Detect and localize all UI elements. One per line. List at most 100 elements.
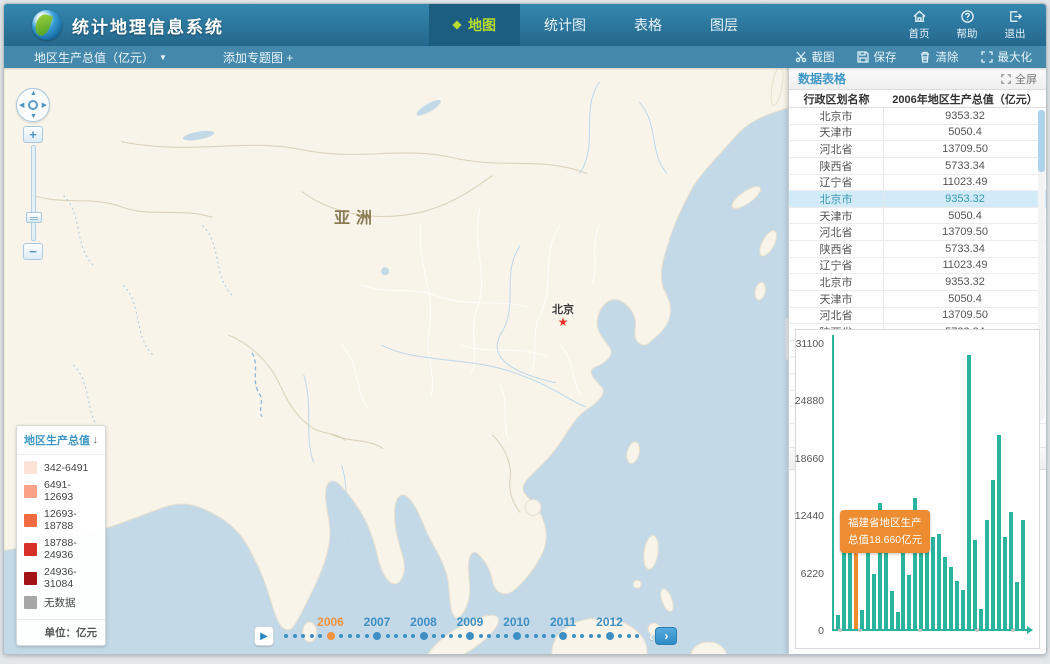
- chart-bar[interactable]: [919, 551, 923, 629]
- timeline-dot[interactable]: [365, 634, 369, 638]
- timeline-dot[interactable]: [479, 634, 483, 638]
- timeline-dot[interactable]: [339, 634, 343, 638]
- table-row[interactable]: 天津市5050.4: [789, 125, 1046, 142]
- timeline-year-label[interactable]: 2007: [364, 615, 391, 629]
- add-thematic-button[interactable]: 添加专题图 +: [223, 49, 293, 66]
- pan-center-icon[interactable]: [28, 100, 38, 110]
- chart-bar[interactable]: [896, 612, 900, 629]
- chart-bar[interactable]: [991, 480, 995, 629]
- map-canvas[interactable]: 亚洲 北京 ★ ▲ ▼ ◀ ▶ + − 地区生产总值 ↓ 342-649164: [4, 46, 788, 654]
- timeline-year-label[interactable]: 2012: [596, 615, 623, 629]
- timeline-dot[interactable]: [542, 634, 546, 638]
- timeline-year-dot[interactable]: 2006: [327, 632, 335, 640]
- timeline-dot[interactable]: [356, 634, 360, 638]
- beijing-marker[interactable]: 北京 ★: [552, 301, 574, 327]
- chart-bar[interactable]: [1003, 537, 1007, 629]
- timeline-dot[interactable]: [487, 634, 491, 638]
- chart-bar[interactable]: [937, 534, 941, 629]
- chart-bar[interactable]: [901, 553, 905, 629]
- timeline-dot[interactable]: [284, 634, 288, 638]
- timeline-year-dot[interactable]: 2008: [420, 632, 428, 640]
- table-scrollbar-thumb[interactable]: [1038, 110, 1045, 172]
- pan-down-icon[interactable]: ▼: [30, 113, 37, 120]
- timeline-dot[interactable]: [348, 634, 352, 638]
- maximize-button[interactable]: 最大化: [981, 49, 1033, 65]
- chart-bar[interactable]: [872, 574, 876, 629]
- pan-control[interactable]: ▲ ▼ ◀ ▶: [16, 88, 50, 122]
- zoom-slider[interactable]: [31, 145, 36, 241]
- table-row[interactable]: 河北省13709.50: [789, 224, 1046, 241]
- legend-collapse-button[interactable]: ↓: [93, 434, 99, 446]
- chart-bar[interactable]: [1015, 582, 1019, 629]
- timeline-year-label[interactable]: 2008: [410, 615, 437, 629]
- chart-bar[interactable]: [979, 609, 983, 629]
- chart-bar[interactable]: [866, 552, 870, 629]
- timeline-dot[interactable]: [551, 634, 555, 638]
- timeline-dot[interactable]: [301, 634, 305, 638]
- timeline-year-dot[interactable]: 2009: [466, 632, 474, 640]
- timeline-year-dot[interactable]: 2007: [373, 632, 381, 640]
- chart-bar[interactable]: [907, 575, 911, 629]
- chart-bar[interactable]: [967, 355, 971, 629]
- timeline-dot[interactable]: [504, 634, 508, 638]
- chart-bar[interactable]: [955, 581, 959, 629]
- timeline-dot[interactable]: [458, 634, 462, 638]
- timeline-dot[interactable]: [310, 634, 314, 638]
- zoom-out-button[interactable]: −: [23, 243, 43, 260]
- timeline-dot[interactable]: [627, 634, 631, 638]
- timeline-dot[interactable]: [635, 634, 639, 638]
- save-button[interactable]: 保存: [857, 49, 897, 65]
- chart-bar[interactable]: [997, 435, 1001, 629]
- timeline-dot[interactable]: [496, 634, 500, 638]
- timeline-dot[interactable]: [589, 634, 593, 638]
- timeline-dot[interactable]: [441, 634, 445, 638]
- timeline-dot[interactable]: [386, 634, 390, 638]
- table-row[interactable]: 天津市5050.4: [789, 291, 1046, 308]
- timeline-year-label[interactable]: 2006: [317, 615, 344, 629]
- table-row[interactable]: 河北省13709.50: [789, 308, 1046, 325]
- pan-up-icon[interactable]: ▲: [30, 90, 37, 97]
- chart-bar[interactable]: [860, 610, 864, 629]
- home-button[interactable]: 首页: [902, 9, 936, 41]
- chart-bar[interactable]: [949, 567, 953, 629]
- chart-bar[interactable]: [890, 591, 894, 629]
- timeline-dot[interactable]: [403, 634, 407, 638]
- table-row[interactable]: 陕西省5733.34: [789, 158, 1046, 175]
- table-row[interactable]: 辽宁省11023.49: [789, 175, 1046, 192]
- help-button[interactable]: 帮助: [950, 9, 984, 41]
- clear-button[interactable]: 清除: [919, 49, 959, 65]
- table-fullscreen-button[interactable]: 全屏: [1001, 71, 1037, 87]
- timeline-dot[interactable]: [411, 634, 415, 638]
- timeline-year-dot[interactable]: 2011: [559, 632, 567, 640]
- timeline-dot[interactable]: [580, 634, 584, 638]
- timeline-dot[interactable]: [318, 634, 322, 638]
- timeline-dot[interactable]: [525, 634, 529, 638]
- table-row[interactable]: 天津市5050.4: [789, 208, 1046, 225]
- timeline-year-dot[interactable]: 2012: [606, 632, 614, 640]
- chart-bar[interactable]: [973, 540, 977, 629]
- timeline-dot[interactable]: [293, 634, 297, 638]
- timeline-dot[interactable]: [618, 634, 622, 638]
- timeline-dot[interactable]: [572, 634, 576, 638]
- chart-bar[interactable]: [931, 537, 935, 629]
- chart-bar[interactable]: [1021, 520, 1025, 629]
- table-row[interactable]: 北京市9353.32: [789, 191, 1046, 208]
- table-row[interactable]: 北京市9353.32: [789, 108, 1046, 125]
- timeline-play-button[interactable]: ▶: [254, 626, 274, 646]
- table-row[interactable]: 辽宁省11023.49: [789, 258, 1046, 275]
- table-row[interactable]: 北京市9353.32: [789, 274, 1046, 291]
- chart-bar[interactable]: [1009, 512, 1013, 629]
- zoom-in-button[interactable]: +: [23, 126, 43, 143]
- chart-bar[interactable]: [961, 590, 965, 629]
- pan-left-icon[interactable]: ◀: [19, 101, 24, 109]
- timeline-next-button[interactable]: ›: [655, 627, 677, 645]
- timeline-year-label[interactable]: 2009: [457, 615, 484, 629]
- table-row[interactable]: 河北省13709.50: [789, 141, 1046, 158]
- timeline-year-dot[interactable]: 2010: [513, 632, 521, 640]
- chart-bar[interactable]: [836, 615, 840, 629]
- timeline-year-label[interactable]: 2011: [550, 615, 576, 629]
- nav-tab-statistics[interactable]: 统计图: [520, 4, 610, 46]
- screenshot-button[interactable]: 截图: [795, 49, 835, 65]
- timeline-dot[interactable]: [597, 634, 601, 638]
- timeline-dot[interactable]: [534, 634, 538, 638]
